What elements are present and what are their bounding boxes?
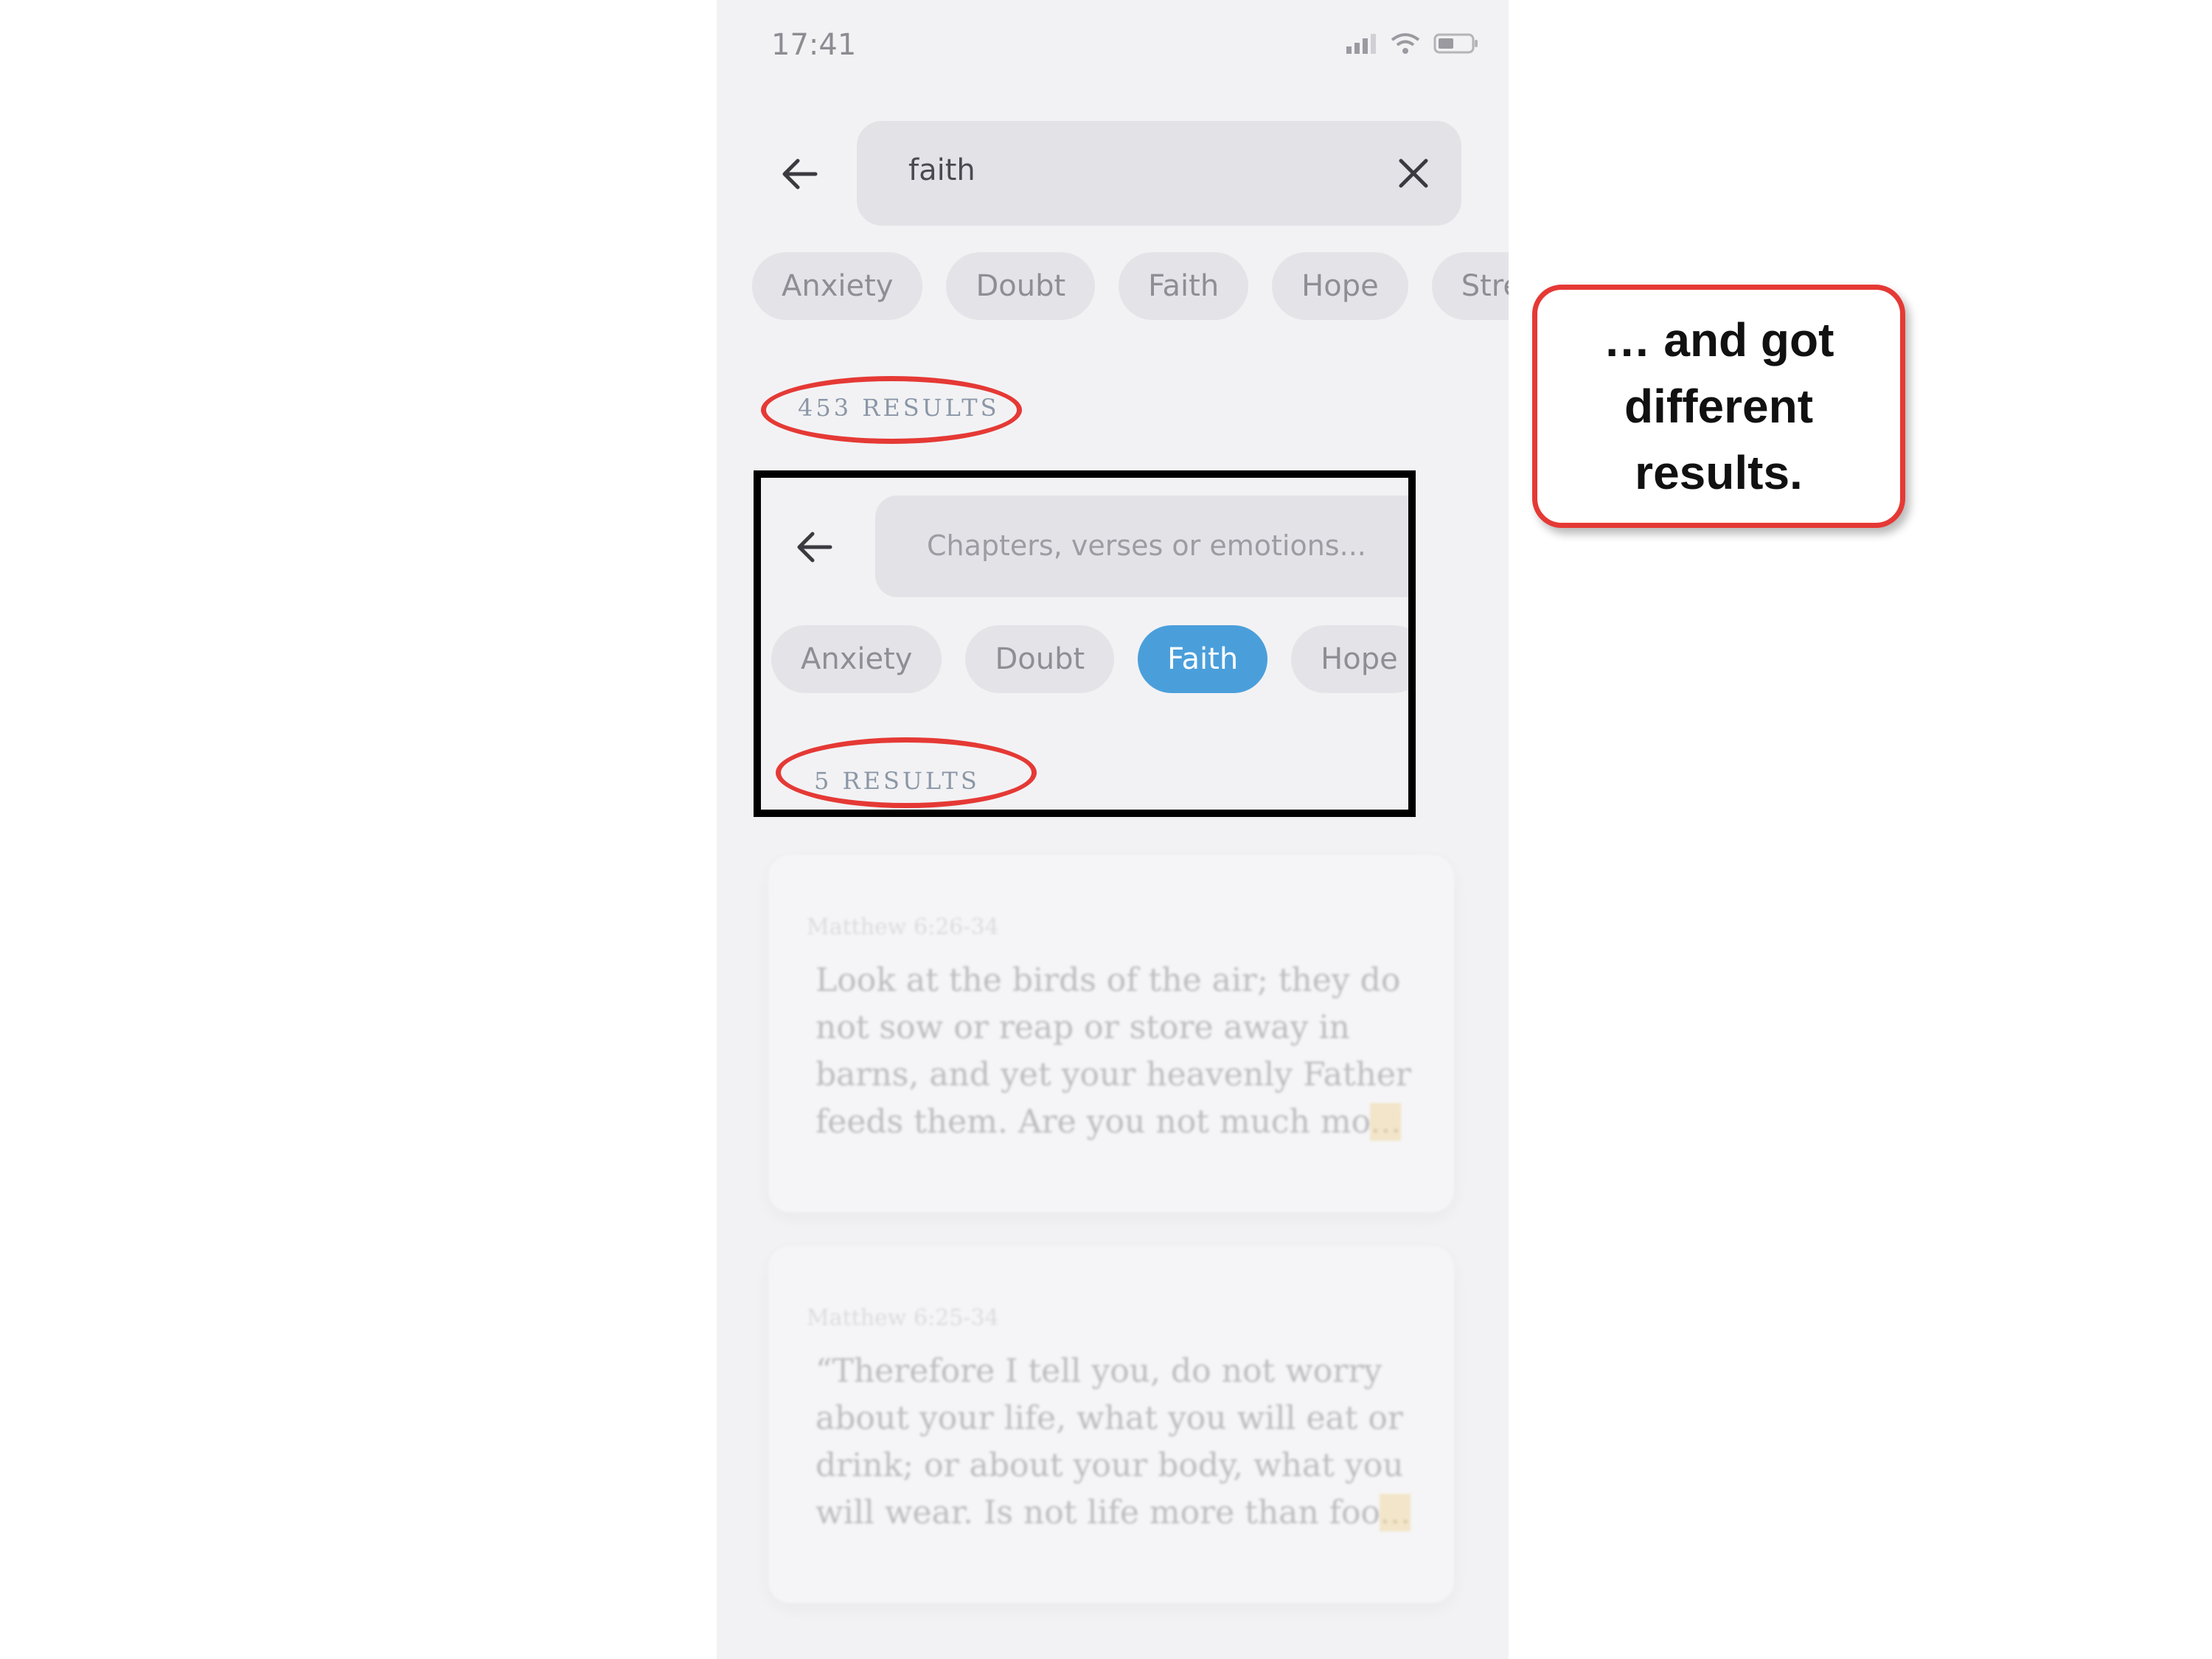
clear-search-button[interactable] bbox=[1395, 155, 1432, 192]
emotion-filter-chips: Anxiety Doubt Faith Hope Stres bbox=[752, 252, 1509, 320]
back-button[interactable] bbox=[777, 152, 821, 196]
inset-search-placeholder: Chapters, verses or emotions... bbox=[927, 529, 1366, 562]
annotation-callout: … and got different results. bbox=[1532, 285, 1905, 528]
chip-hope[interactable]: Hope bbox=[1272, 252, 1408, 320]
chip-anxiety[interactable]: Anxiety bbox=[752, 252, 923, 320]
search-query: faith bbox=[908, 153, 975, 187]
inset-chip-anxiety[interactable]: Anxiety bbox=[771, 625, 942, 693]
search-input[interactable]: faith bbox=[857, 121, 1461, 226]
inset-chip-doubt[interactable]: Doubt bbox=[965, 625, 1115, 693]
callout-text: … and got different results. bbox=[1603, 313, 1834, 499]
card-reference: Matthew 6:25-34 bbox=[807, 1305, 999, 1331]
card-verse-text: “Therefore I tell you, do not worry abou… bbox=[815, 1352, 1411, 1531]
arrow-left-icon bbox=[782, 159, 818, 189]
inset-emotion-chips: Anxiety Doubt Faith Hope bbox=[771, 625, 1408, 693]
result-card[interactable]: Matthew 6:25-34 “Therefore I tell you, d… bbox=[768, 1246, 1454, 1603]
inset-back-button[interactable] bbox=[792, 525, 836, 569]
inset-chip-hope[interactable]: Hope bbox=[1291, 625, 1408, 693]
result-card[interactable]: Matthew 6:26-34 Look at the birds of the… bbox=[768, 855, 1454, 1212]
inset-chip-faith[interactable]: Faith bbox=[1138, 625, 1268, 693]
status-time: 17:41 bbox=[771, 28, 857, 62]
card-verse-text: Look at the birds of the air; they do no… bbox=[815, 961, 1411, 1141]
annotation-oval-453 bbox=[761, 376, 1022, 444]
status-icons bbox=[1345, 32, 1479, 55]
close-icon bbox=[1399, 159, 1428, 188]
signal-icon bbox=[1346, 34, 1376, 54]
chip-doubt[interactable]: Doubt bbox=[946, 252, 1096, 320]
battery-icon bbox=[1433, 33, 1478, 54]
inset-search-input[interactable]: Chapters, verses or emotions... bbox=[875, 495, 1408, 597]
card-reference: Matthew 6:26-34 bbox=[807, 914, 999, 940]
chip-stress[interactable]: Stres bbox=[1431, 252, 1509, 320]
annotation-oval-5 bbox=[776, 737, 1037, 808]
arrow-left-icon bbox=[797, 532, 832, 563]
wifi-icon bbox=[1391, 33, 1420, 54]
chip-faith[interactable]: Faith bbox=[1119, 252, 1249, 320]
